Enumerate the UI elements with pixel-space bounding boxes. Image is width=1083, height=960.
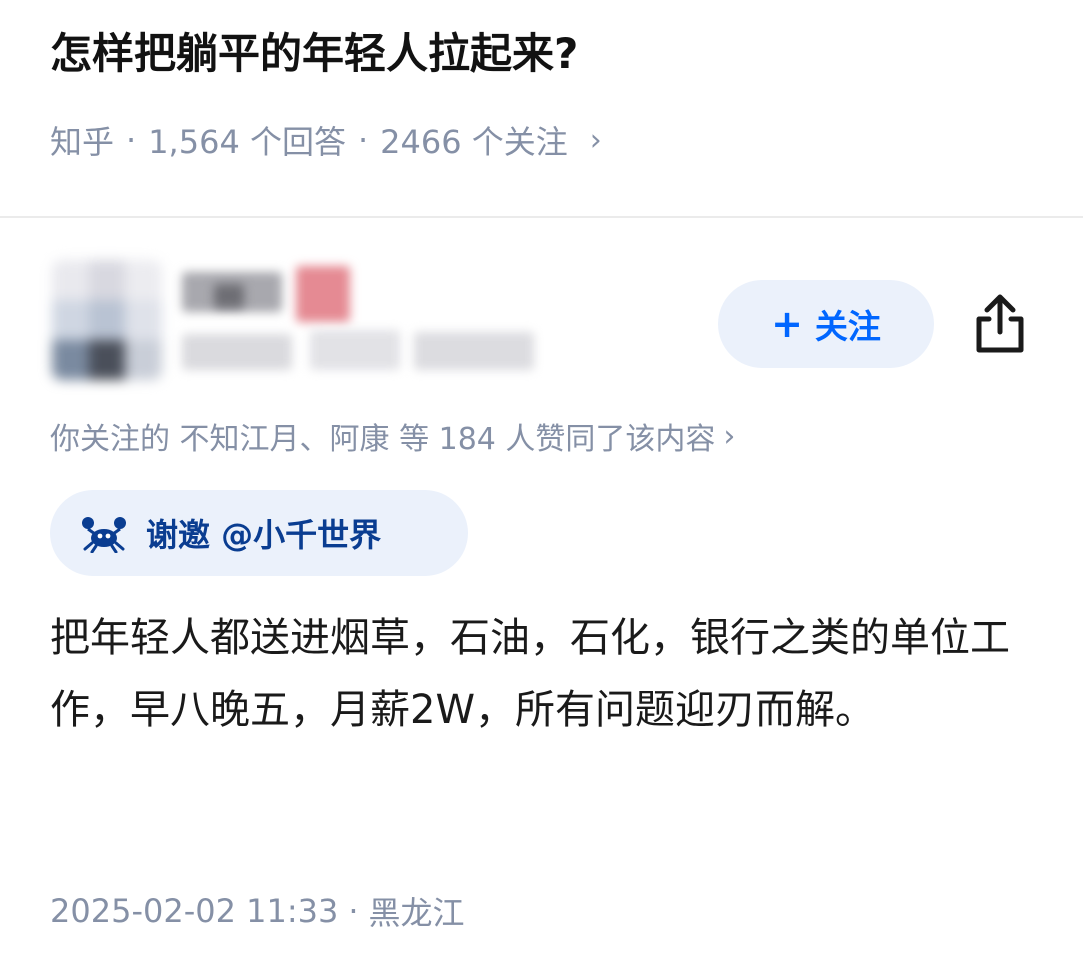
follow-label: 关注 xyxy=(814,307,881,346)
crab-icon xyxy=(82,517,126,553)
share-button[interactable] xyxy=(970,292,1030,356)
avatar[interactable] xyxy=(52,260,162,380)
invite-text: 谢邀 @小千世界 xyxy=(146,516,382,554)
answer-content[interactable]: 把年轻人都送进烟草，石油，石化，银行之类的单位工作，早八晚五，月薪2W，所有问题… xyxy=(50,602,1040,746)
location: 黑龙江 xyxy=(368,894,465,932)
likers-text: 你关注的 不知江月、阿康 等 184 人赞同了该内容 xyxy=(50,422,716,457)
answer-count: 1,564 个回答 xyxy=(148,123,346,161)
timestamp: 2025-02-02 11:33 xyxy=(50,892,339,930)
invite-chip[interactable]: 谢邀 @小千世界 xyxy=(50,490,468,576)
share-icon xyxy=(976,294,1024,353)
follow-button[interactable]: + 关注 xyxy=(718,280,934,368)
meta-separator: · xyxy=(126,121,137,159)
section-divider xyxy=(0,216,1083,218)
likers-summary[interactable]: 你关注的 不知江月、阿康 等 184 人赞同了该内容 › xyxy=(50,414,735,458)
follower-count: 2466 个关注 xyxy=(380,123,568,161)
chevron-right-icon: › xyxy=(589,122,602,158)
answer-footer: 2025-02-02 11:33 · 黑龙江 xyxy=(50,884,465,938)
question-title[interactable]: 怎样把躺平的年轻人拉起来? xyxy=(50,24,578,84)
source-label: 知乎 xyxy=(50,123,115,161)
footer-separator: · xyxy=(348,892,359,930)
chevron-right-icon: › xyxy=(723,418,736,454)
question-meta[interactable]: 知乎 · 1,564 个回答 · 2466 个关注 › xyxy=(50,116,602,164)
plus-icon: + xyxy=(771,302,803,346)
meta-separator: · xyxy=(357,121,369,159)
